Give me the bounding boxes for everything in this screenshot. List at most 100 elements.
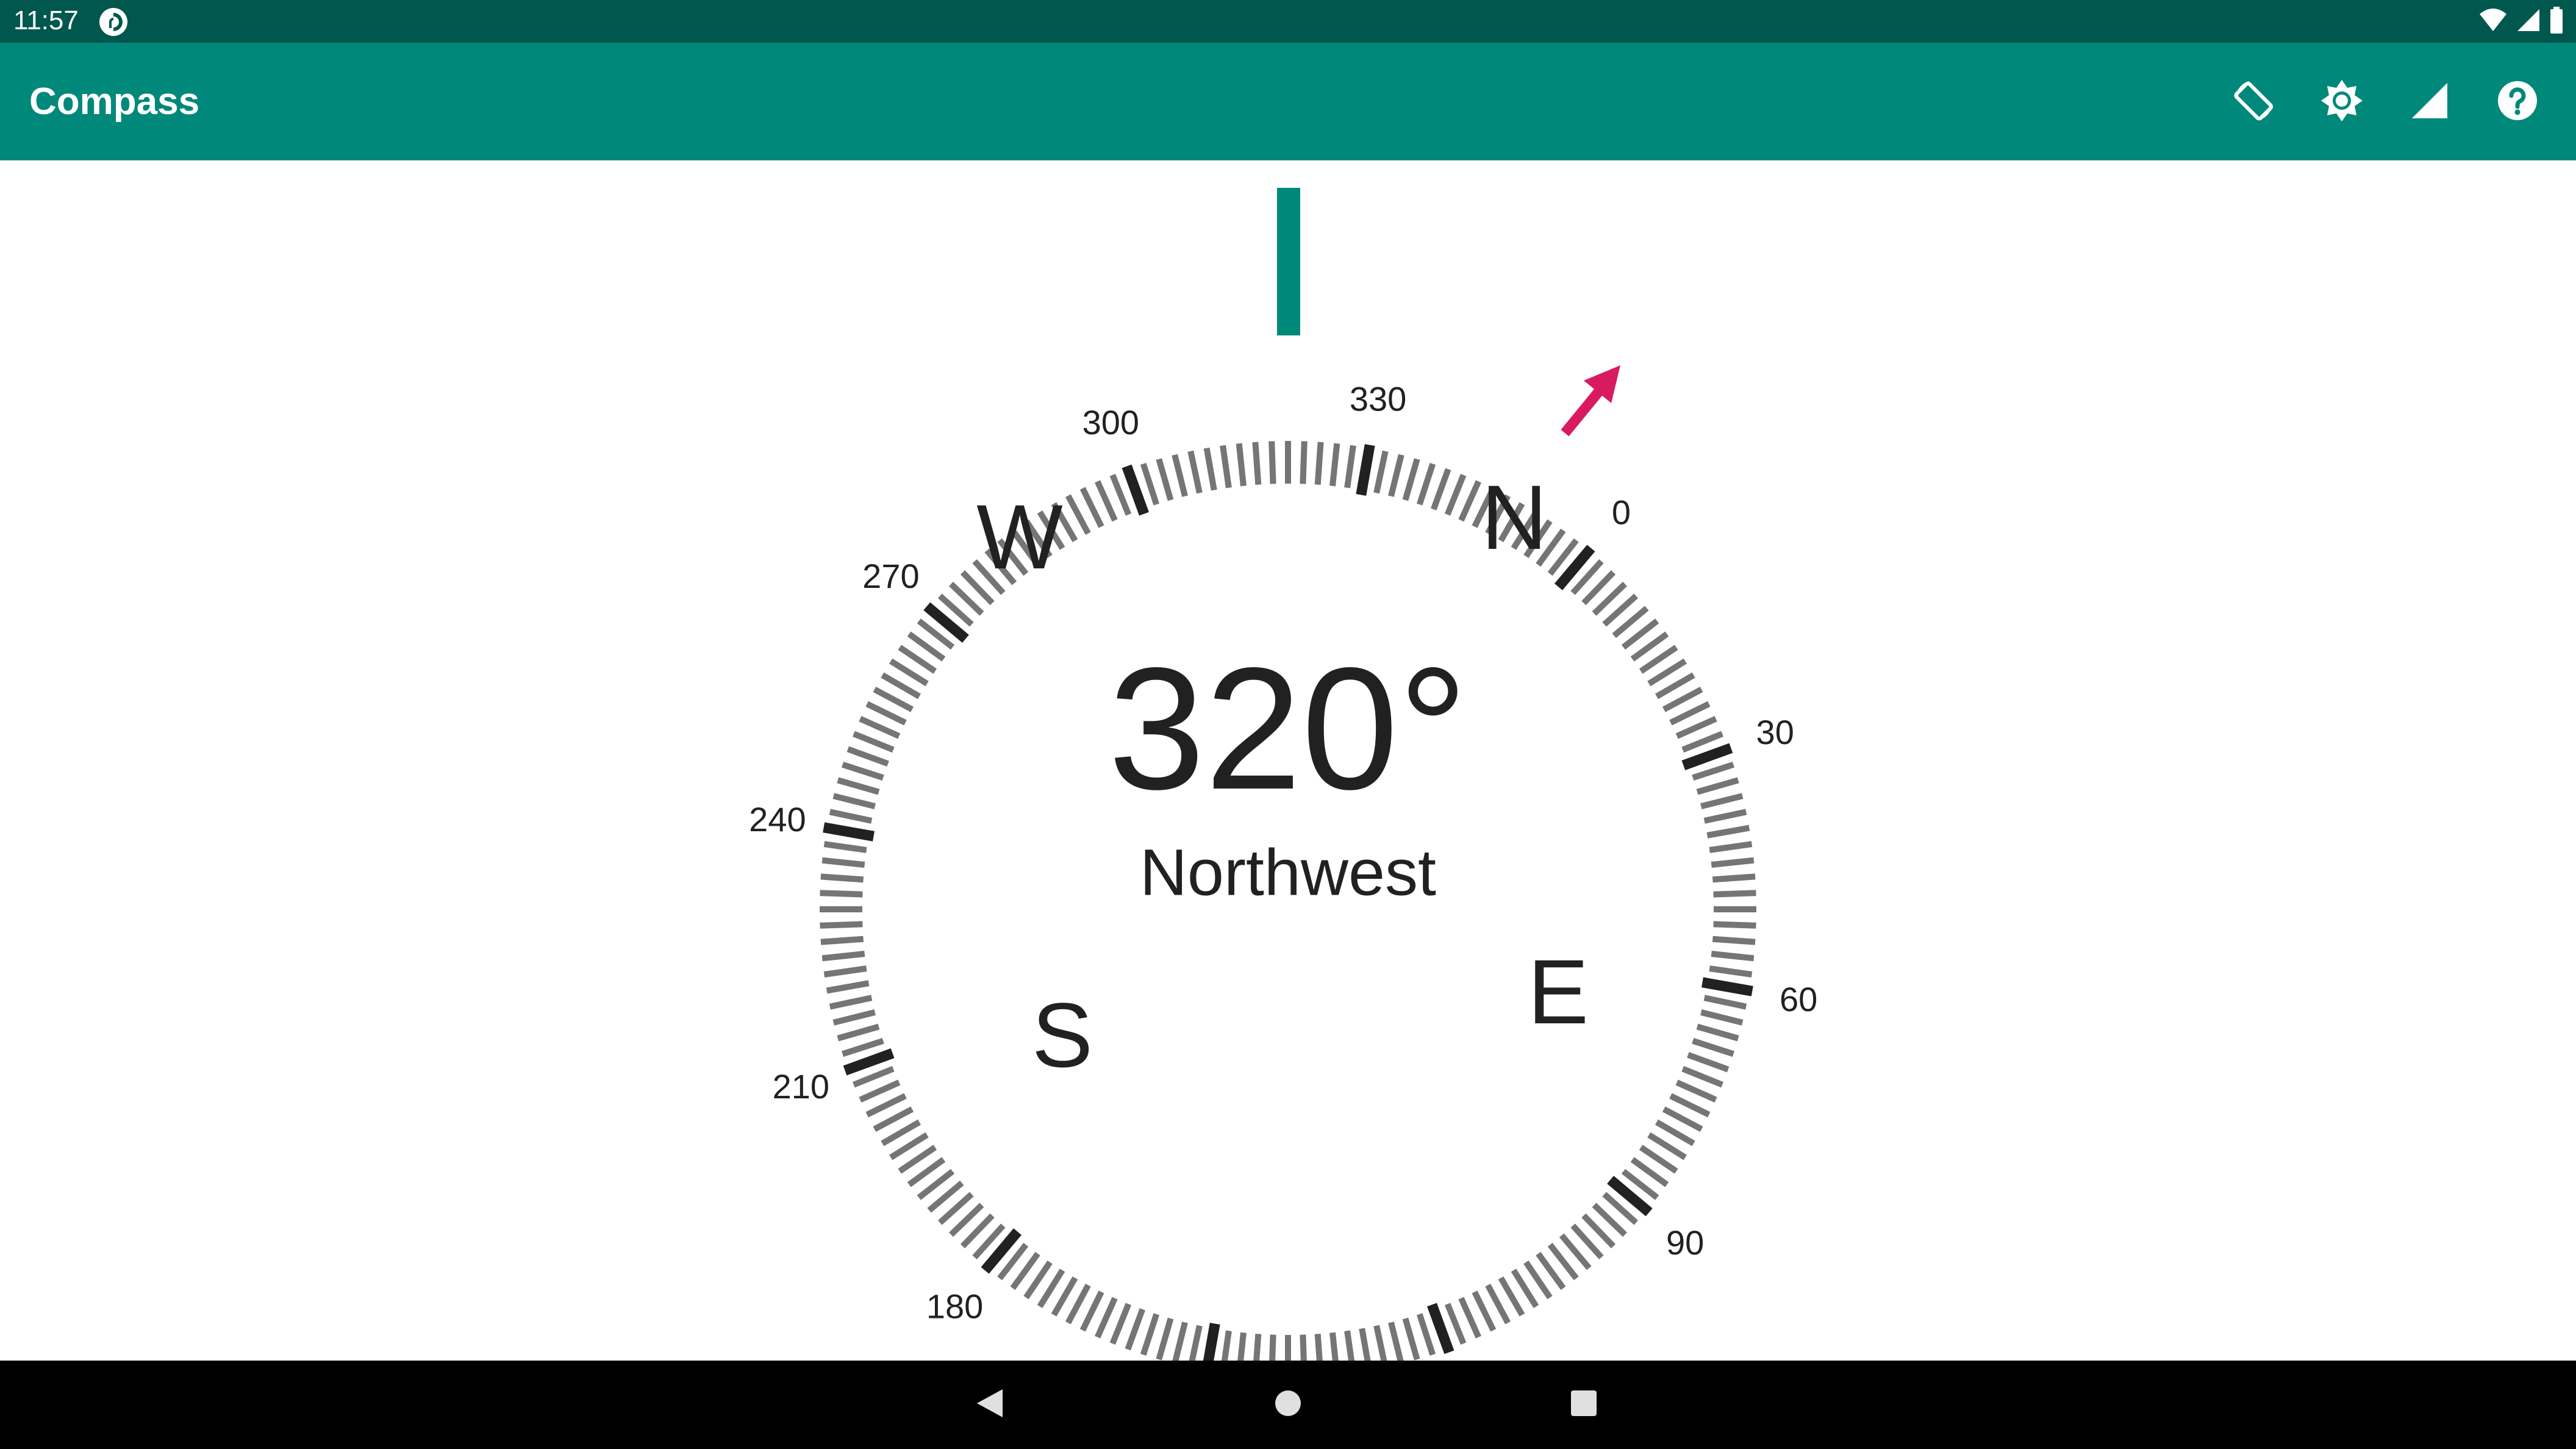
minor-tick [1692,1037,1734,1057]
screen-rotation-icon [2231,77,2277,127]
minor-tick [1431,468,1451,510]
wifi-icon [2478,8,2508,35]
minor-tick [820,873,864,883]
minor-tick [1712,873,1756,883]
major-tick [1122,464,1149,516]
battery-icon [2549,6,2564,37]
minor-tick [1681,1065,1723,1088]
minor-tick [829,809,873,824]
minor-tick [1700,1009,1744,1026]
minor-tick [859,1079,901,1103]
minor-tick [820,921,863,929]
minor-tick [837,1023,880,1042]
minor-tick [823,841,867,853]
cardinal-west: W [976,485,1063,588]
major-tick [1356,444,1375,496]
major-tick [843,1048,895,1076]
minor-tick [859,716,901,739]
minor-tick [842,761,884,781]
brightness-icon [2319,77,2365,127]
minor-tick [1300,441,1308,484]
minor-tick [1388,454,1404,497]
minor-tick [1696,1023,1739,1042]
minor-tick [1373,450,1389,494]
minor-tick [865,1093,907,1118]
minor-tick [1156,458,1174,501]
home-icon [1274,1389,1302,1420]
cellular-signal-icon [2516,8,2541,35]
minor-tick [1416,463,1436,506]
scale-label: 60 [1780,980,1817,1018]
minor-tick [1187,450,1203,494]
minor-tick [832,1009,876,1026]
scale-label: 90 [1666,1223,1704,1262]
minor-tick [1713,890,1756,898]
minor-tick [1079,1290,1104,1332]
minor-tick [1329,1332,1339,1361]
scale-label: 270 [862,557,919,595]
minor-tick [1172,454,1188,497]
minor-tick [1458,1297,1481,1339]
minor-tick [837,777,880,795]
minor-tick [1402,458,1420,501]
minor-tick [1095,480,1118,522]
app-bar: Compass [0,43,2576,160]
minor-tick [1706,825,1750,839]
home-button[interactable] [1258,1374,1318,1435]
north-arrow-icon [1561,365,1620,437]
minor-tick [1709,841,1753,853]
scale-label: 330 [1350,379,1406,418]
minor-tick [1711,951,1755,962]
minor-tick [853,731,895,753]
minor-tick [826,980,870,994]
minor-tick [1669,701,1711,726]
minor-tick [1344,445,1356,488]
minor-tick [832,793,876,809]
help-button[interactable] [2486,70,2549,134]
minor-tick [1314,442,1324,485]
scale-label: 180 [926,1287,983,1326]
status-time: 11:57 [13,5,79,35]
recents-icon [1570,1389,1598,1420]
recents-button[interactable] [1553,1374,1614,1435]
minor-tick [1268,441,1276,484]
minor-tick [1359,1328,1371,1361]
minor-tick [1156,1317,1174,1361]
heading-indicator [1277,188,1300,335]
heading-direction: Northwest [1140,835,1436,909]
minor-tick [1472,1290,1497,1332]
app-title: Compass [29,80,200,123]
back-button[interactable] [959,1374,1020,1435]
major-tick [1427,1303,1454,1354]
minor-tick [1314,1333,1323,1361]
minor-tick [1687,1052,1730,1073]
status-icons [2478,6,2564,37]
minor-tick [1703,995,1747,1010]
minor-tick [1444,474,1467,516]
minor-tick [1675,716,1717,739]
minor-tick [1252,442,1262,485]
minor-tick [1095,1297,1118,1339]
minor-tick [1344,1330,1355,1361]
minor-tick [1700,793,1744,809]
minor-tick [1681,731,1723,753]
signal-button[interactable] [2398,70,2461,134]
minor-tick [1269,1334,1276,1361]
brightness-button[interactable] [2310,70,2374,134]
back-icon [975,1387,1005,1423]
minor-tick [1712,936,1756,945]
compass-area: 0306090120150180210240270300330 N E S W … [0,160,2576,1361]
compass-dial: 0306090120150180210240270300330 N E S W … [749,188,1817,1361]
minor-tick [1416,1313,1436,1356]
scale-label: 300 [1082,403,1139,442]
screen-rotation-button[interactable] [2222,70,2286,134]
pocket-casts-icon [98,7,129,37]
minor-tick [1220,445,1232,488]
scale-label: 210 [773,1067,829,1106]
minor-tick [829,995,873,1010]
minor-tick [1140,1313,1160,1356]
minor-tick [1221,1330,1232,1361]
cardinal-south: S [1032,984,1093,1086]
minor-tick [820,936,864,945]
minor-tick [842,1037,884,1057]
